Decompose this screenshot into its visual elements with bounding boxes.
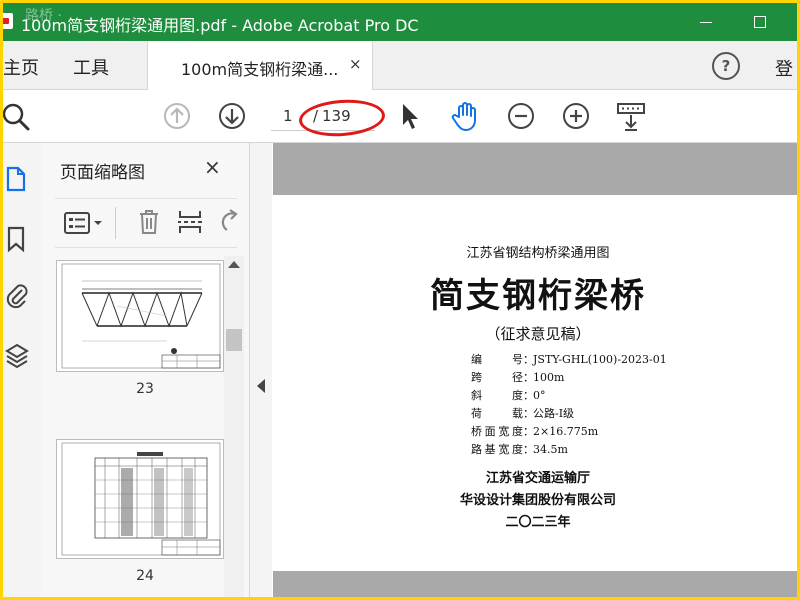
maximize-button[interactable]: [740, 7, 780, 37]
panel-title: 页面缩略图: [60, 163, 145, 183]
pdf-page: 江苏省钢结构桥梁通用图 简支钢桁梁桥 （征求意见稿） 编号：JSTY-GHL(1…: [273, 195, 797, 571]
thumbnail-23-drawing: [61, 263, 221, 369]
thumbnail-page-24[interactable]: [56, 439, 224, 559]
delete-page-icon[interactable]: [137, 208, 161, 236]
tab-document[interactable]: 100m简支钢桁梁通... ×: [147, 41, 373, 90]
thumbnail-page-23[interactable]: [56, 260, 224, 372]
tab-close-icon[interactable]: ×: [349, 55, 362, 73]
toolbar-divider: [115, 207, 116, 239]
document-viewer[interactable]: 江苏省钢结构桥梁通用图 简支钢桁梁桥 （征求意见稿） 编号：JSTY-GHL(1…: [273, 143, 797, 597]
left-navigation-rail: [3, 143, 42, 597]
tab-home[interactable]: 主页: [3, 54, 39, 80]
thumbnail-options-icon[interactable]: [63, 211, 105, 235]
spec-row: 路基宽度：34.5m: [471, 443, 568, 456]
zoom-in-icon[interactable]: [562, 102, 590, 130]
tab-document-label: 100m简支钢桁梁通...: [181, 60, 339, 79]
doc-draft-note: （征求意见稿）: [485, 325, 591, 343]
spec-row: 编号：JSTY-GHL(100)-2023-01: [471, 353, 667, 366]
tab-bar: 主页 工具 100m简支钢桁梁通... × ? 登: [3, 41, 797, 90]
search-icon[interactable]: [3, 102, 31, 132]
current-page-input[interactable]: 1: [283, 107, 293, 125]
layers-icon[interactable]: [5, 341, 29, 371]
doc-org-2: 华设设计集团股份有限公司: [459, 493, 616, 508]
thumbnail-tools: [55, 198, 239, 248]
scrollbar-thumb[interactable]: [226, 329, 242, 351]
thumbnails-scrollbar[interactable]: [224, 256, 244, 597]
spec-row: 跨径：100m: [471, 371, 565, 384]
minimize-button[interactable]: [686, 7, 726, 37]
page-thumbnails-icon[interactable]: [5, 165, 27, 193]
title-bar: 路桥 · 100m简支钢桁梁通用图.pdf - Adobe Acrobat Pr…: [3, 3, 797, 41]
panel-close-icon[interactable]: ×: [204, 155, 221, 179]
page-number-field[interactable]: 1 / 139: [271, 97, 387, 139]
doc-main-title: 简支钢桁梁桥: [430, 276, 646, 316]
rotate-page-icon[interactable]: [219, 208, 239, 236]
sign-in-button[interactable]: 登: [775, 55, 793, 81]
next-page-icon[interactable]: [218, 102, 246, 130]
attachments-icon[interactable]: [5, 281, 29, 311]
help-icon[interactable]: ?: [712, 52, 740, 80]
page-display-icon[interactable]: [616, 102, 646, 132]
split-page-icon[interactable]: [177, 208, 203, 236]
thumbnail-24-drawing: [61, 442, 221, 556]
app-frame: 路桥 · 100m简支钢桁梁通用图.pdf - Adobe Acrobat Pr…: [3, 3, 797, 597]
previous-page-icon[interactable]: [163, 102, 191, 130]
hand-tool-icon[interactable]: [450, 100, 482, 132]
thumbnail-page-24-label: 24: [136, 568, 154, 584]
doc-subtitle: 江苏省钢结构桥梁通用图: [466, 246, 610, 261]
select-pointer-icon[interactable]: [400, 102, 422, 132]
spec-row: 荷载：公路-I级: [471, 407, 575, 420]
collapse-panel-arrow-icon[interactable]: [257, 379, 265, 393]
tab-tools[interactable]: 工具: [73, 54, 109, 80]
thumbnail-24-table: [94, 452, 208, 539]
bookmarks-icon[interactable]: [5, 225, 27, 253]
annotation-ring: [297, 97, 387, 139]
spec-row: 桥面宽度：2×16.775m: [471, 425, 599, 438]
doc-org-1: 江苏省交通运输厅: [485, 471, 590, 486]
toolbar: 1 / 139: [3, 90, 797, 143]
zoom-out-icon[interactable]: [507, 102, 535, 130]
panel-collapse-strip[interactable]: [250, 143, 272, 597]
thumbnail-page-23-label: 23: [136, 381, 154, 397]
acrobat-app-icon: [3, 13, 13, 29]
spec-row: 斜度：0°: [471, 389, 546, 402]
doc-year: 二〇二三年: [505, 515, 571, 530]
thumbnails-panel: 页面缩略图 × 23 24: [41, 143, 250, 597]
window-title: 100m简支钢桁梁通用图.pdf - Adobe Acrobat Pro DC: [21, 16, 419, 35]
scroll-up-arrow-icon[interactable]: [228, 261, 240, 268]
